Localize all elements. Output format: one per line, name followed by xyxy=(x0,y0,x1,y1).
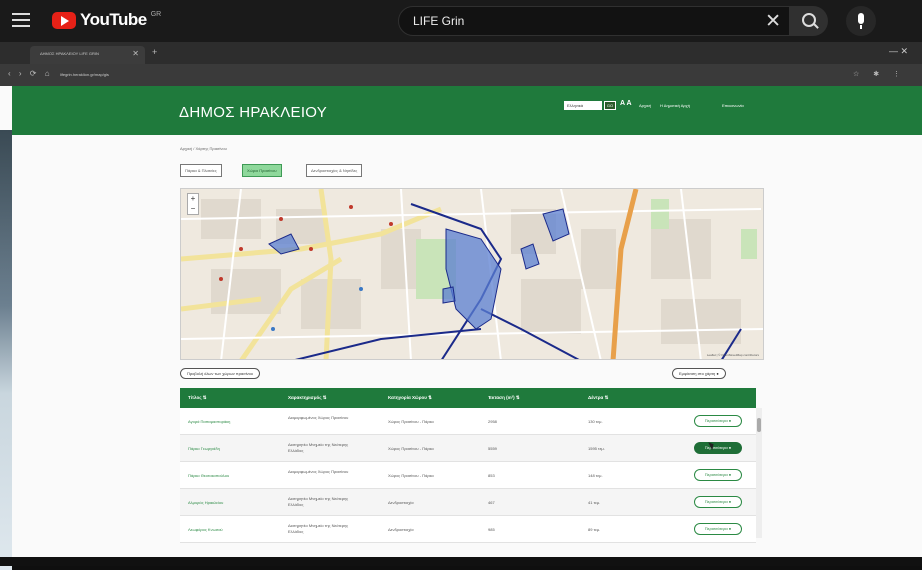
map-zoom-control[interactable]: + − xyxy=(187,193,199,215)
side-window-strip xyxy=(0,130,12,570)
header-trees[interactable]: Δέντρα ⇅ xyxy=(588,395,608,401)
header-link-home[interactable]: Αρχική xyxy=(639,103,651,108)
font-size-toggle[interactable]: A A xyxy=(620,100,632,107)
header-link-authority[interactable]: Η Δημοτική Αρχή xyxy=(660,103,690,108)
cell-trees: 148 τεμ. xyxy=(588,473,603,478)
cell-category: Δενδροστοιχία xyxy=(388,500,414,505)
microphone-icon[interactable] xyxy=(846,6,876,36)
browser-tabbar: ΔΗΜΟΣ ΗΡΑΚΛΕΙΟΥ LIFE GRIN ✕ + — ✕ xyxy=(0,42,922,64)
cell-type: Διατηρητέο Μνημείο της Νεότερης Ελλάδας xyxy=(288,523,349,534)
cell-category: Χώρος Πρασίνου - Πάρκο xyxy=(388,419,434,424)
browser-addressbar: ‹ › ⟳ ⌂ lifegrin.heraklion.gr/map/gis ☆ … xyxy=(0,64,922,86)
menu-icon[interactable] xyxy=(12,11,30,29)
table-header: Τίτλος ⇅ Χαρακτηρισμός ⇅ Κατηγορία Χώρου… xyxy=(180,388,756,408)
cell-type: Διαμορφωμένος Χώρος Πρασίνου xyxy=(288,469,349,474)
more-info-button[interactable]: Περισσότερα ● xyxy=(694,415,742,427)
more-info-button[interactable]: Περισσότερα ● xyxy=(694,496,742,508)
zoom-in-icon[interactable]: + xyxy=(188,194,198,204)
filter-treelines-button[interactable]: Δενδροστοιχίες & Νησίδες xyxy=(306,164,363,177)
new-tab-icon[interactable]: + xyxy=(152,47,157,57)
cell-title[interactable]: Αλμυρός Ηρακλείου xyxy=(188,500,223,505)
cell-area: 985 xyxy=(488,527,495,532)
cell-category: Χώρος Πρασίνου - Πάρκο xyxy=(388,446,434,451)
tab-title: ΔΗΜΟΣ ΗΡΑΚΛΕΙΟΥ LIFE GRIN xyxy=(40,51,99,56)
cell-title[interactable]: Πάρκο Γεωργιάδη xyxy=(188,446,220,451)
window-controls[interactable]: — ✕ xyxy=(889,46,908,57)
more-info-button[interactable]: Περισσότερα ● xyxy=(694,442,742,454)
breadcrumb[interactable]: Αρχική / Χάρτης Πρασίνου xyxy=(180,146,227,151)
more-info-button[interactable]: Περισσότερα ● xyxy=(694,469,742,481)
zoom-out-icon[interactable]: − xyxy=(188,204,198,214)
clear-icon[interactable]: ✕ xyxy=(765,10,781,32)
cell-trees: 1595 τεμ. xyxy=(588,446,605,451)
cell-trees: 89 τεμ. xyxy=(588,527,601,532)
site-title[interactable]: ΔΗΜΟΣ ΗΡΑΚΛΕΙΟΥ xyxy=(179,104,327,121)
cell-type: Διατηρητέο Μνημείο της Νεότερης Ελλάδας xyxy=(288,442,349,453)
search-value: LIFE Grin xyxy=(413,14,465,28)
youtube-topbar: YouTube GR LIFE Grin ✕ xyxy=(0,0,922,42)
cell-area: 853 xyxy=(488,473,495,478)
green-spaces-table: Τίτλος ⇅ Χαρακτηρισμός ⇅ Κατηγορία Χώρου… xyxy=(180,388,756,543)
header-type[interactable]: Χαρακτηρισμός ⇅ xyxy=(288,395,327,401)
address-input[interactable]: lifegrin.heraklion.gr/map/gis xyxy=(60,72,109,77)
language-select[interactable]: Ελληνικά xyxy=(564,101,602,110)
cell-category: Χώρος Πρασίνου - Πάρκο xyxy=(388,473,434,478)
scroll-thumb[interactable] xyxy=(757,418,761,432)
header-category[interactable]: Κατηγορία Χώρου ⇅ xyxy=(388,395,432,401)
cell-category: Δενδροστοιχία xyxy=(388,527,414,532)
map-canvas xyxy=(181,189,763,359)
video-frame[interactable]: ΔΗΜΟΣ ΗΡΑΚΛΕΙΟΥ LIFE GRIN ✕ + — ✕ ‹ › ⟳ … xyxy=(0,42,922,570)
search-input[interactable]: LIFE Grin ✕ xyxy=(398,6,790,36)
cell-trees: 130 τεμ. xyxy=(588,419,603,424)
cell-title[interactable]: Αγορά Παπαμαστοράκη xyxy=(188,419,230,424)
close-icon[interactable]: ✕ xyxy=(132,49,139,58)
browser-tab[interactable]: ΔΗΜΟΣ ΗΡΑΚΛΕΙΟΥ LIFE GRIN ✕ xyxy=(30,46,145,64)
header-link-contact[interactable]: Επικοινωνία xyxy=(722,103,744,108)
logo-text: YouTube xyxy=(80,10,147,29)
more-info-button[interactable]: Περισσότερα ● xyxy=(694,523,742,535)
language-go-button[interactable]: GO xyxy=(604,101,616,110)
cell-area: 2958 xyxy=(488,419,497,424)
table-row: Αλμυρός Ηρακλείου Διατηρητέο Μνημείο της … xyxy=(180,489,756,516)
play-icon xyxy=(52,11,76,29)
youtube-logo[interactable]: YouTube GR xyxy=(52,10,161,30)
cell-area: 467 xyxy=(488,500,495,505)
cell-title[interactable]: Λεωφόρος Κνωσού xyxy=(188,527,223,532)
green-spaces-map[interactable]: + − Leaflet | © OpenStreetMap contributo… xyxy=(180,188,764,360)
cell-title[interactable]: Πάρκο Θεοτοκοπούλου xyxy=(188,473,229,478)
table-scrollbar[interactable] xyxy=(756,408,762,538)
map-attribution[interactable]: Leaflet | © OpenStreetMap contributors xyxy=(707,353,759,357)
cell-type: Διαμορφωμένος Χώρος Πρασίνου xyxy=(288,415,349,420)
header-area[interactable]: Έκταση (m²) ⇅ xyxy=(488,395,520,401)
table-row: Αγορά Παπαμαστοράκη Διαμορφωμένος Χώρος Π… xyxy=(180,408,756,435)
site-header: ΔΗΜΟΣ ΗΡΑΚΛΕΙΟΥ Ελληνικά GO A A Αρχική Η… xyxy=(12,86,922,135)
video-bottom-edge xyxy=(0,557,922,566)
table-row: Λεωφόρος Κνωσού Διατηρητέο Μνημείο της Νε… xyxy=(180,516,756,543)
filter-parks-button[interactable]: Πάρκα & Πλατείες xyxy=(180,164,222,177)
extension-icons[interactable]: ☆ ✱ ⋮ xyxy=(853,70,906,78)
header-title[interactable]: Τίτλος ⇅ xyxy=(188,395,207,401)
show-all-button[interactable]: Προβολή όλων των χώρων πρασίνου xyxy=(180,368,260,379)
show-on-map-button[interactable]: Εμφάνιση στο χάρτη ● xyxy=(672,368,726,379)
cell-area: 5559 xyxy=(488,446,497,451)
nav-arrows-icon[interactable]: ‹ › ⟳ ⌂ xyxy=(8,69,53,78)
table-row: Πάρκο Θεοτοκοπούλου Διαμορφωμένος Χώρος Π… xyxy=(180,462,756,489)
cell-type: Διατηρητέο Μνημείο της Νεότερης Ελλάδας xyxy=(288,496,349,507)
search-button[interactable] xyxy=(790,6,828,36)
cell-trees: 41 τεμ. xyxy=(588,500,601,505)
table-row: Πάρκο Γεωργιάδη Διατηρητέο Μνημείο της Νε… xyxy=(180,435,756,462)
filter-green-button[interactable]: Χώροι Πρασίνου xyxy=(242,164,282,177)
logo-country: GR xyxy=(150,11,162,18)
